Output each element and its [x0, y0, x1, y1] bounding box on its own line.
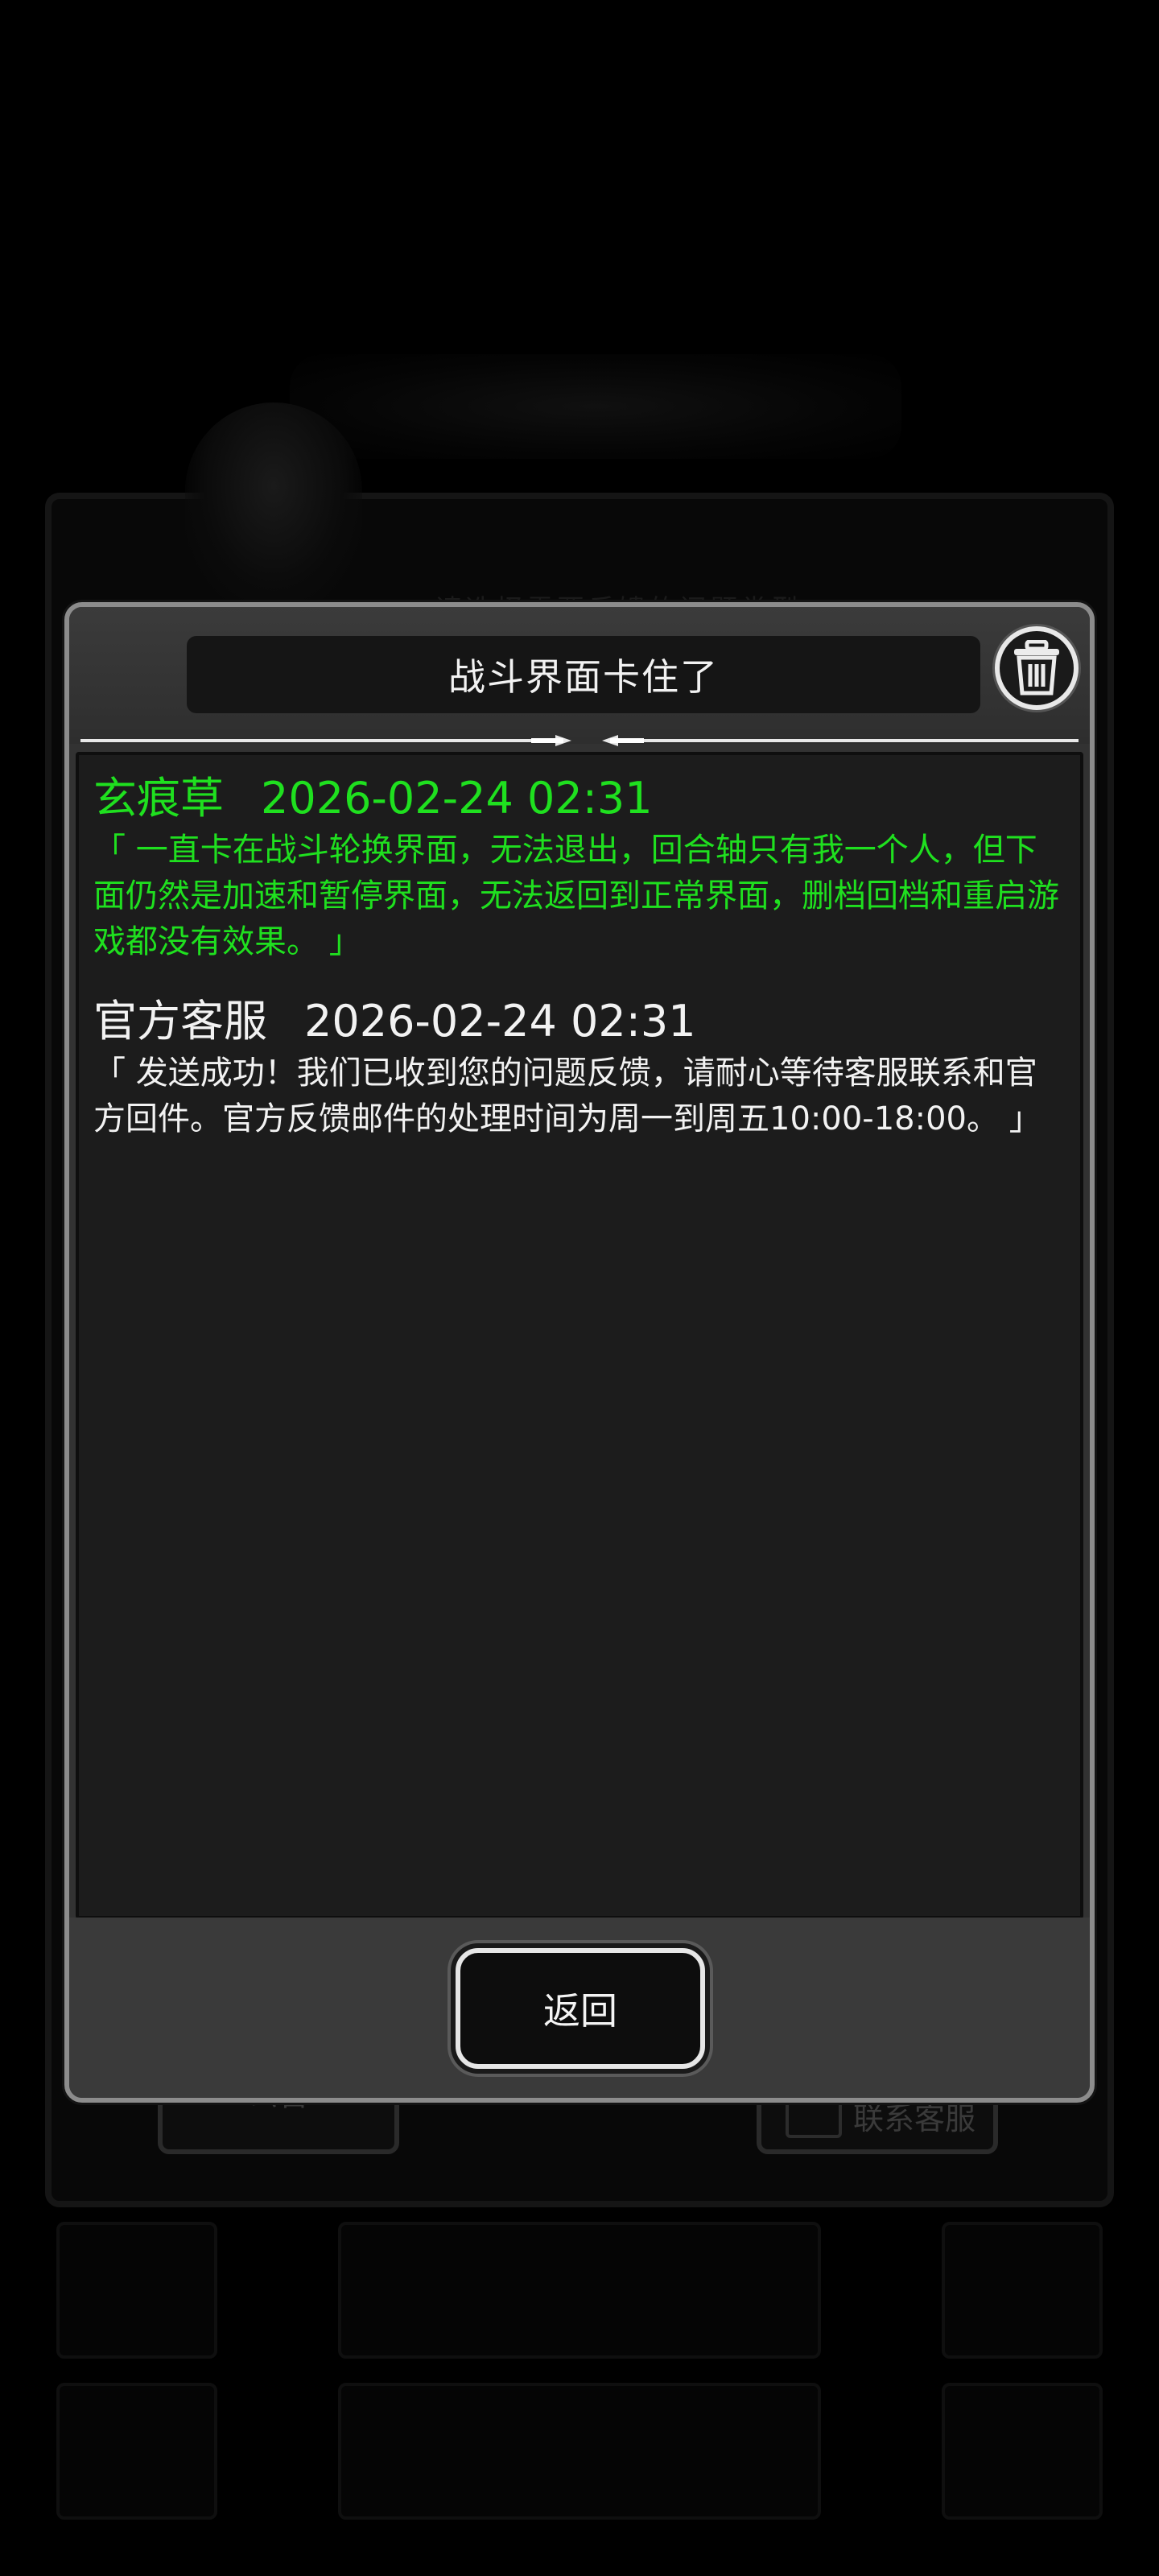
mail-icon [786, 2099, 842, 2138]
back-button[interactable]: 返回 [456, 1948, 705, 2069]
background-grid-cell [338, 2383, 821, 2520]
background-logo [290, 354, 901, 459]
feedback-dialog: 战斗界面卡住了 玄痕草 2026-02-24 02:31 「 一直卡在战斗轮换界… [64, 602, 1095, 2103]
message-time: 2026-02-24 02:31 [261, 773, 653, 824]
message-sender: 玄痕草 [93, 773, 224, 824]
dialog-footer: 返回 [69, 1918, 1090, 2098]
trash-icon [1014, 640, 1059, 696]
background-grid-cell [942, 2222, 1103, 2359]
message-sender: 官方客服 [93, 996, 267, 1046]
character-portrait [185, 402, 362, 612]
user-message: 玄痕草 2026-02-24 02:31 「 一直卡在战斗轮换界面，无法退出，回合… [93, 770, 1069, 965]
message-thread[interactable]: 玄痕草 2026-02-24 02:31 「 一直卡在战斗轮换界面，无法退出，回合… [76, 752, 1083, 1919]
background-grid-cell [56, 2383, 217, 2520]
screen: 请选择需要反馈的问题类型 公告 联系客服 战斗界面卡住了 [0, 0, 1159, 2576]
message-text: 「 一直卡在战斗轮换界面，无法退出，回合轴只有我一个人，但下面仍然是加速和暂停界… [93, 832, 1059, 960]
header-divider [80, 735, 1079, 746]
dialog-header: 战斗界面卡住了 [69, 607, 1090, 746]
message-header: 官方客服 2026-02-24 02:31 [93, 993, 1069, 1051]
background-grid-cell [942, 2383, 1103, 2520]
official-reply: 官方客服 2026-02-24 02:31 「 发送成功！我们已收到您的问题反馈，… [93, 993, 1069, 1142]
background-grid-cell [338, 2222, 821, 2359]
message-time: 2026-02-24 02:31 [304, 996, 696, 1046]
dialog-title: 战斗界面卡住了 [187, 636, 980, 713]
message-header: 玄痕草 2026-02-24 02:31 [93, 770, 1069, 828]
delete-button[interactable] [995, 626, 1079, 710]
background-grid-cell [56, 2222, 217, 2359]
message-text: 「 发送成功！我们已收到您的问题反馈，请耐心等待客服联系和官方回件。官方反馈邮件… [93, 1055, 1041, 1137]
